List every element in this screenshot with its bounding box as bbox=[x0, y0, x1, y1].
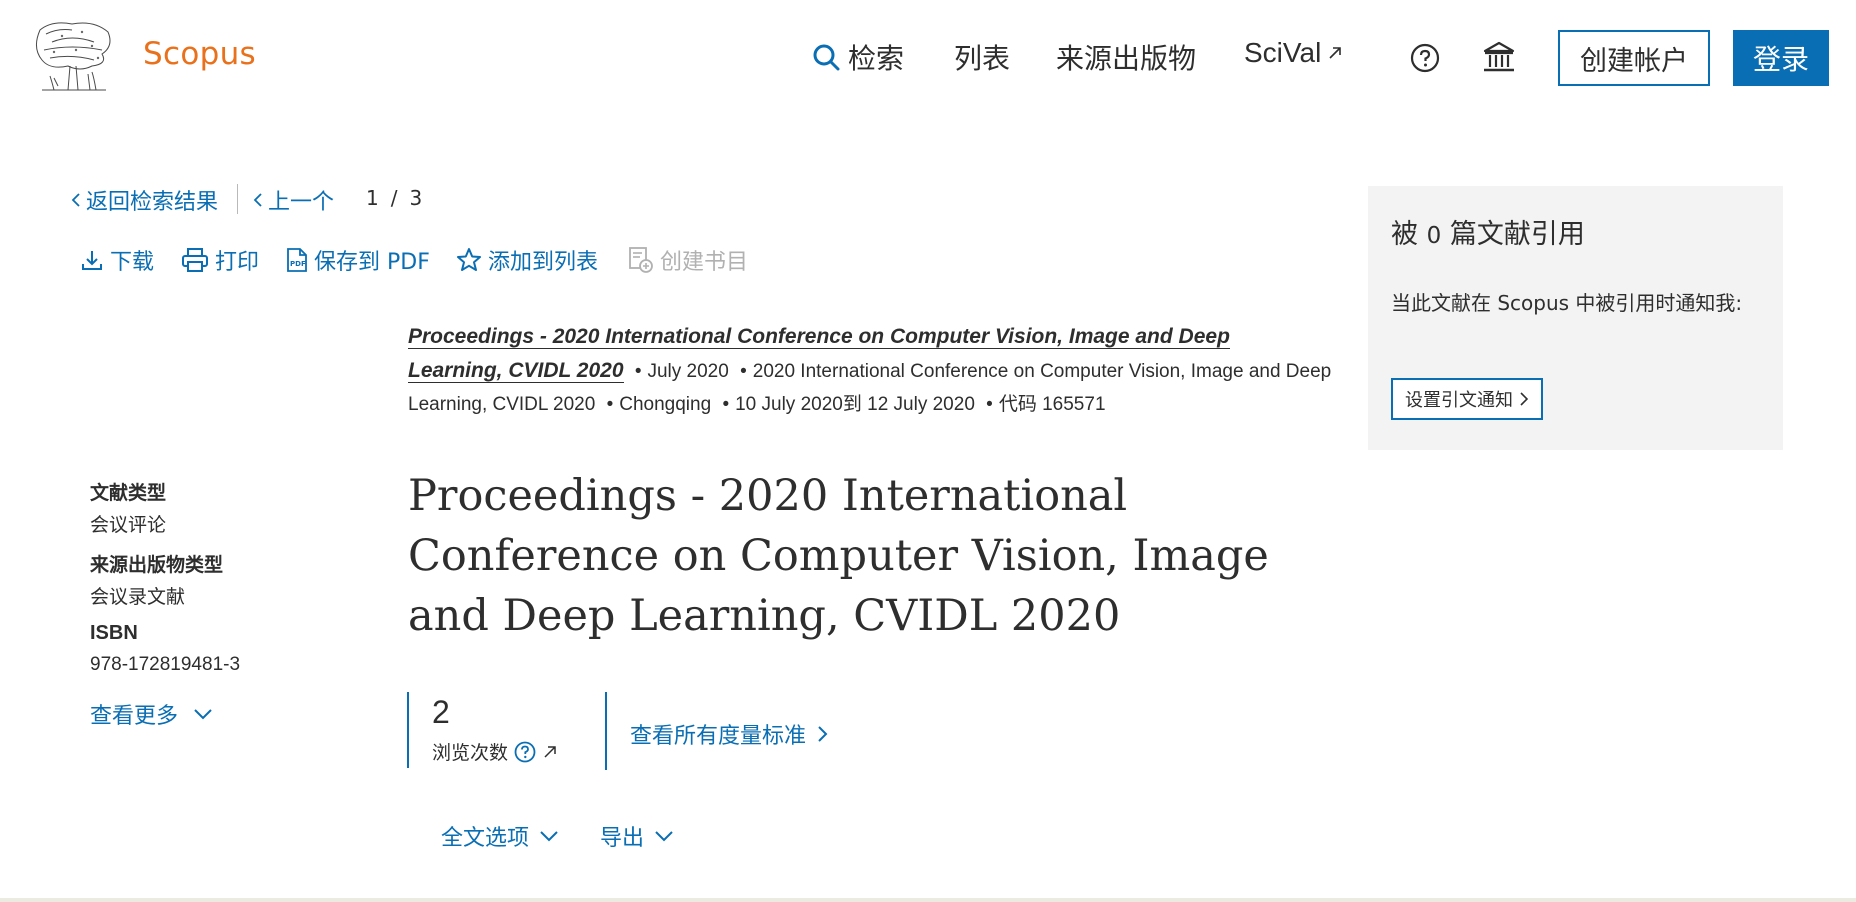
pager-separator: / bbox=[390, 186, 398, 210]
chevron-right-icon bbox=[1520, 392, 1529, 406]
chevron-down-icon bbox=[540, 831, 558, 842]
add-to-list-button[interactable]: 添加到列表 bbox=[456, 244, 598, 276]
chevron-down-icon bbox=[655, 831, 673, 842]
views-count: 2 bbox=[432, 694, 450, 730]
print-icon bbox=[182, 248, 208, 272]
source-title-line2: Learning, CVIDL 2020 bbox=[408, 359, 624, 382]
back-to-results-link[interactable]: 返回检索结果 bbox=[70, 184, 218, 216]
cited-suffix: 篇文献引用 bbox=[1449, 219, 1585, 250]
back-to-results-label: 返回检索结果 bbox=[86, 190, 219, 215]
create-account-button[interactable]: 创建帐户 bbox=[1558, 30, 1710, 86]
pdf-file-icon: PDF bbox=[287, 248, 307, 272]
elsevier-tree-logo-icon[interactable] bbox=[32, 20, 114, 92]
source-title-line1: Proceedings - 2020 International Confere… bbox=[408, 325, 1230, 348]
help-icon[interactable] bbox=[514, 741, 536, 763]
chevron-left-icon bbox=[253, 193, 262, 207]
source-bullet: • bbox=[740, 361, 747, 382]
chevron-left-icon bbox=[71, 193, 80, 207]
scopus-brand[interactable]: Scopus bbox=[143, 36, 256, 72]
external-link-icon[interactable] bbox=[542, 744, 558, 760]
help-icon[interactable] bbox=[1410, 43, 1440, 73]
set-citation-alert-label: 设置引文通知 bbox=[1405, 390, 1513, 411]
nav-search[interactable]: 检索 bbox=[812, 37, 904, 77]
search-icon bbox=[813, 44, 840, 71]
nav-lists[interactable]: 列表 bbox=[954, 37, 1010, 77]
doc-type-label: 文献类型 bbox=[90, 482, 167, 504]
doc-type-value: 会议评论 bbox=[90, 514, 167, 536]
chevron-right-icon bbox=[818, 726, 828, 742]
breadcrumb-divider bbox=[237, 184, 238, 214]
source-type-label: 来源出版物类型 bbox=[90, 554, 224, 576]
external-link-icon bbox=[1329, 47, 1342, 59]
save-pdf-button[interactable]: PDF 保存到 PDF bbox=[286, 244, 430, 276]
citation-notify-text: 当此文献在 Scopus 中被引用时通知我: bbox=[1391, 291, 1743, 315]
nav-sources[interactable]: 来源出版物 bbox=[1056, 37, 1196, 77]
source-location: Chongqing bbox=[619, 394, 712, 415]
source-date: July 2020 bbox=[647, 361, 729, 382]
previous-link[interactable]: 上一个 bbox=[252, 184, 334, 216]
set-citation-alert-button[interactable]: 设置引文通知 bbox=[1391, 378, 1543, 420]
source-code: 代码 165571 bbox=[998, 394, 1106, 415]
see-more-button[interactable]: 查看更多 bbox=[90, 698, 214, 730]
previous-label: 上一个 bbox=[268, 190, 335, 215]
source-info: Proceedings - 2020 International Confere… bbox=[408, 320, 1343, 421]
full-text-options-dropdown[interactable]: 全文选项 bbox=[441, 820, 559, 852]
isbn-label: ISBN bbox=[90, 622, 138, 644]
document-title: Proceedings - 2020 International Confere… bbox=[408, 471, 1269, 641]
cited-prefix: 被 bbox=[1391, 219, 1418, 250]
download-icon bbox=[82, 251, 102, 270]
source-bullet: • bbox=[986, 394, 993, 415]
download-button[interactable]: 下载 bbox=[80, 244, 154, 276]
views-label: 浏览次数 bbox=[432, 742, 509, 764]
source-type-value: 会议录文献 bbox=[90, 586, 186, 608]
full-text-options-label: 全文选项 bbox=[441, 826, 530, 851]
source-dates: 10 July 2020到 12 July 2020 bbox=[735, 394, 975, 415]
isbn-value: 978-172819481-3 bbox=[90, 654, 241, 675]
print-button[interactable]: 打印 bbox=[181, 244, 259, 276]
source-bullet: • bbox=[722, 394, 730, 415]
views-label-group: 浏览次数 bbox=[432, 738, 558, 765]
institution-icon[interactable] bbox=[1482, 40, 1516, 74]
export-label: 导出 bbox=[600, 826, 645, 851]
view-all-metrics-link[interactable]: 查看所有度量标准 bbox=[630, 718, 828, 750]
chevron-down-icon bbox=[194, 709, 212, 720]
cited-count: 0 bbox=[1426, 223, 1442, 249]
add-to-list-label: 添加到列表 bbox=[488, 250, 599, 275]
star-icon bbox=[457, 248, 481, 271]
pager-total: 3 bbox=[409, 186, 423, 210]
save-pdf-label: 保存到 PDF bbox=[314, 250, 430, 275]
pager-current: 1 bbox=[366, 186, 379, 210]
metric-divider bbox=[407, 692, 409, 768]
svg-text:PDF: PDF bbox=[290, 260, 306, 268]
print-label: 打印 bbox=[215, 250, 260, 275]
create-bibliography-button[interactable]: 创建书目 bbox=[628, 244, 748, 276]
see-more-label: 查看更多 bbox=[90, 704, 179, 729]
download-label: 下载 bbox=[110, 250, 155, 275]
login-button[interactable]: 登录 bbox=[1733, 30, 1829, 86]
nav-scival-label: SciVal bbox=[1244, 37, 1322, 68]
view-all-metrics-label: 查看所有度量标准 bbox=[630, 724, 807, 749]
nav-search-label: 检索 bbox=[848, 42, 905, 75]
create-bibliography-label: 创建书目 bbox=[660, 250, 749, 275]
result-pager: 1 / 3 bbox=[366, 186, 422, 210]
page-bottom-border bbox=[0, 898, 1856, 902]
nav-scival[interactable]: SciVal bbox=[1244, 37, 1343, 69]
metric-divider bbox=[605, 692, 607, 770]
cited-by-heading: 被 0 篇文献引用 bbox=[1391, 212, 1585, 251]
export-dropdown[interactable]: 导出 bbox=[600, 820, 674, 852]
source-bullet: • bbox=[606, 394, 614, 415]
bibliography-icon bbox=[629, 247, 653, 273]
source-bullet: • bbox=[634, 361, 642, 382]
